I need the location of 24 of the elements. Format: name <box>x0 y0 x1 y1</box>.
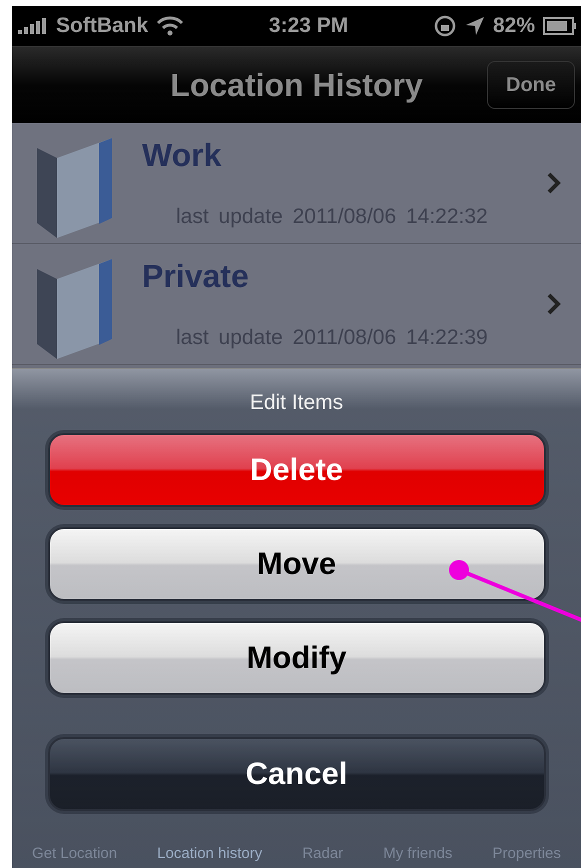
tab-item[interactable]: Get Location <box>32 844 118 862</box>
battery-percentage: 82% <box>492 14 535 38</box>
tab-item[interactable]: My friends <box>383 844 452 862</box>
chevron-icon <box>547 172 561 194</box>
chevron-icon <box>547 293 561 315</box>
location-arrow-icon <box>464 16 485 36</box>
tab-item[interactable]: Location history <box>157 844 262 862</box>
folder-name: Private <box>142 258 250 295</box>
status-time: 3:23 PM <box>268 14 348 38</box>
action-button[interactable]: Move <box>48 527 546 601</box>
sheet-title: Edit Items <box>250 391 344 415</box>
wifi-icon <box>156 16 184 36</box>
cancel-button[interactable]: Cancel <box>48 737 546 811</box>
tab-item[interactable]: Properties <box>492 844 561 862</box>
action-button[interactable]: Modify <box>48 621 546 695</box>
folder-name: Work <box>142 137 222 174</box>
tab-item[interactable]: Radar <box>302 844 344 862</box>
signal-icon <box>18 18 48 34</box>
action-button[interactable]: Delete <box>48 433 546 507</box>
nav-title: Location History <box>170 66 423 104</box>
rotation-lock-icon <box>432 14 457 38</box>
carrier-name: SoftBank <box>56 14 148 38</box>
battery-icon <box>543 17 577 35</box>
done-button[interactable]: Done <box>487 61 575 109</box>
